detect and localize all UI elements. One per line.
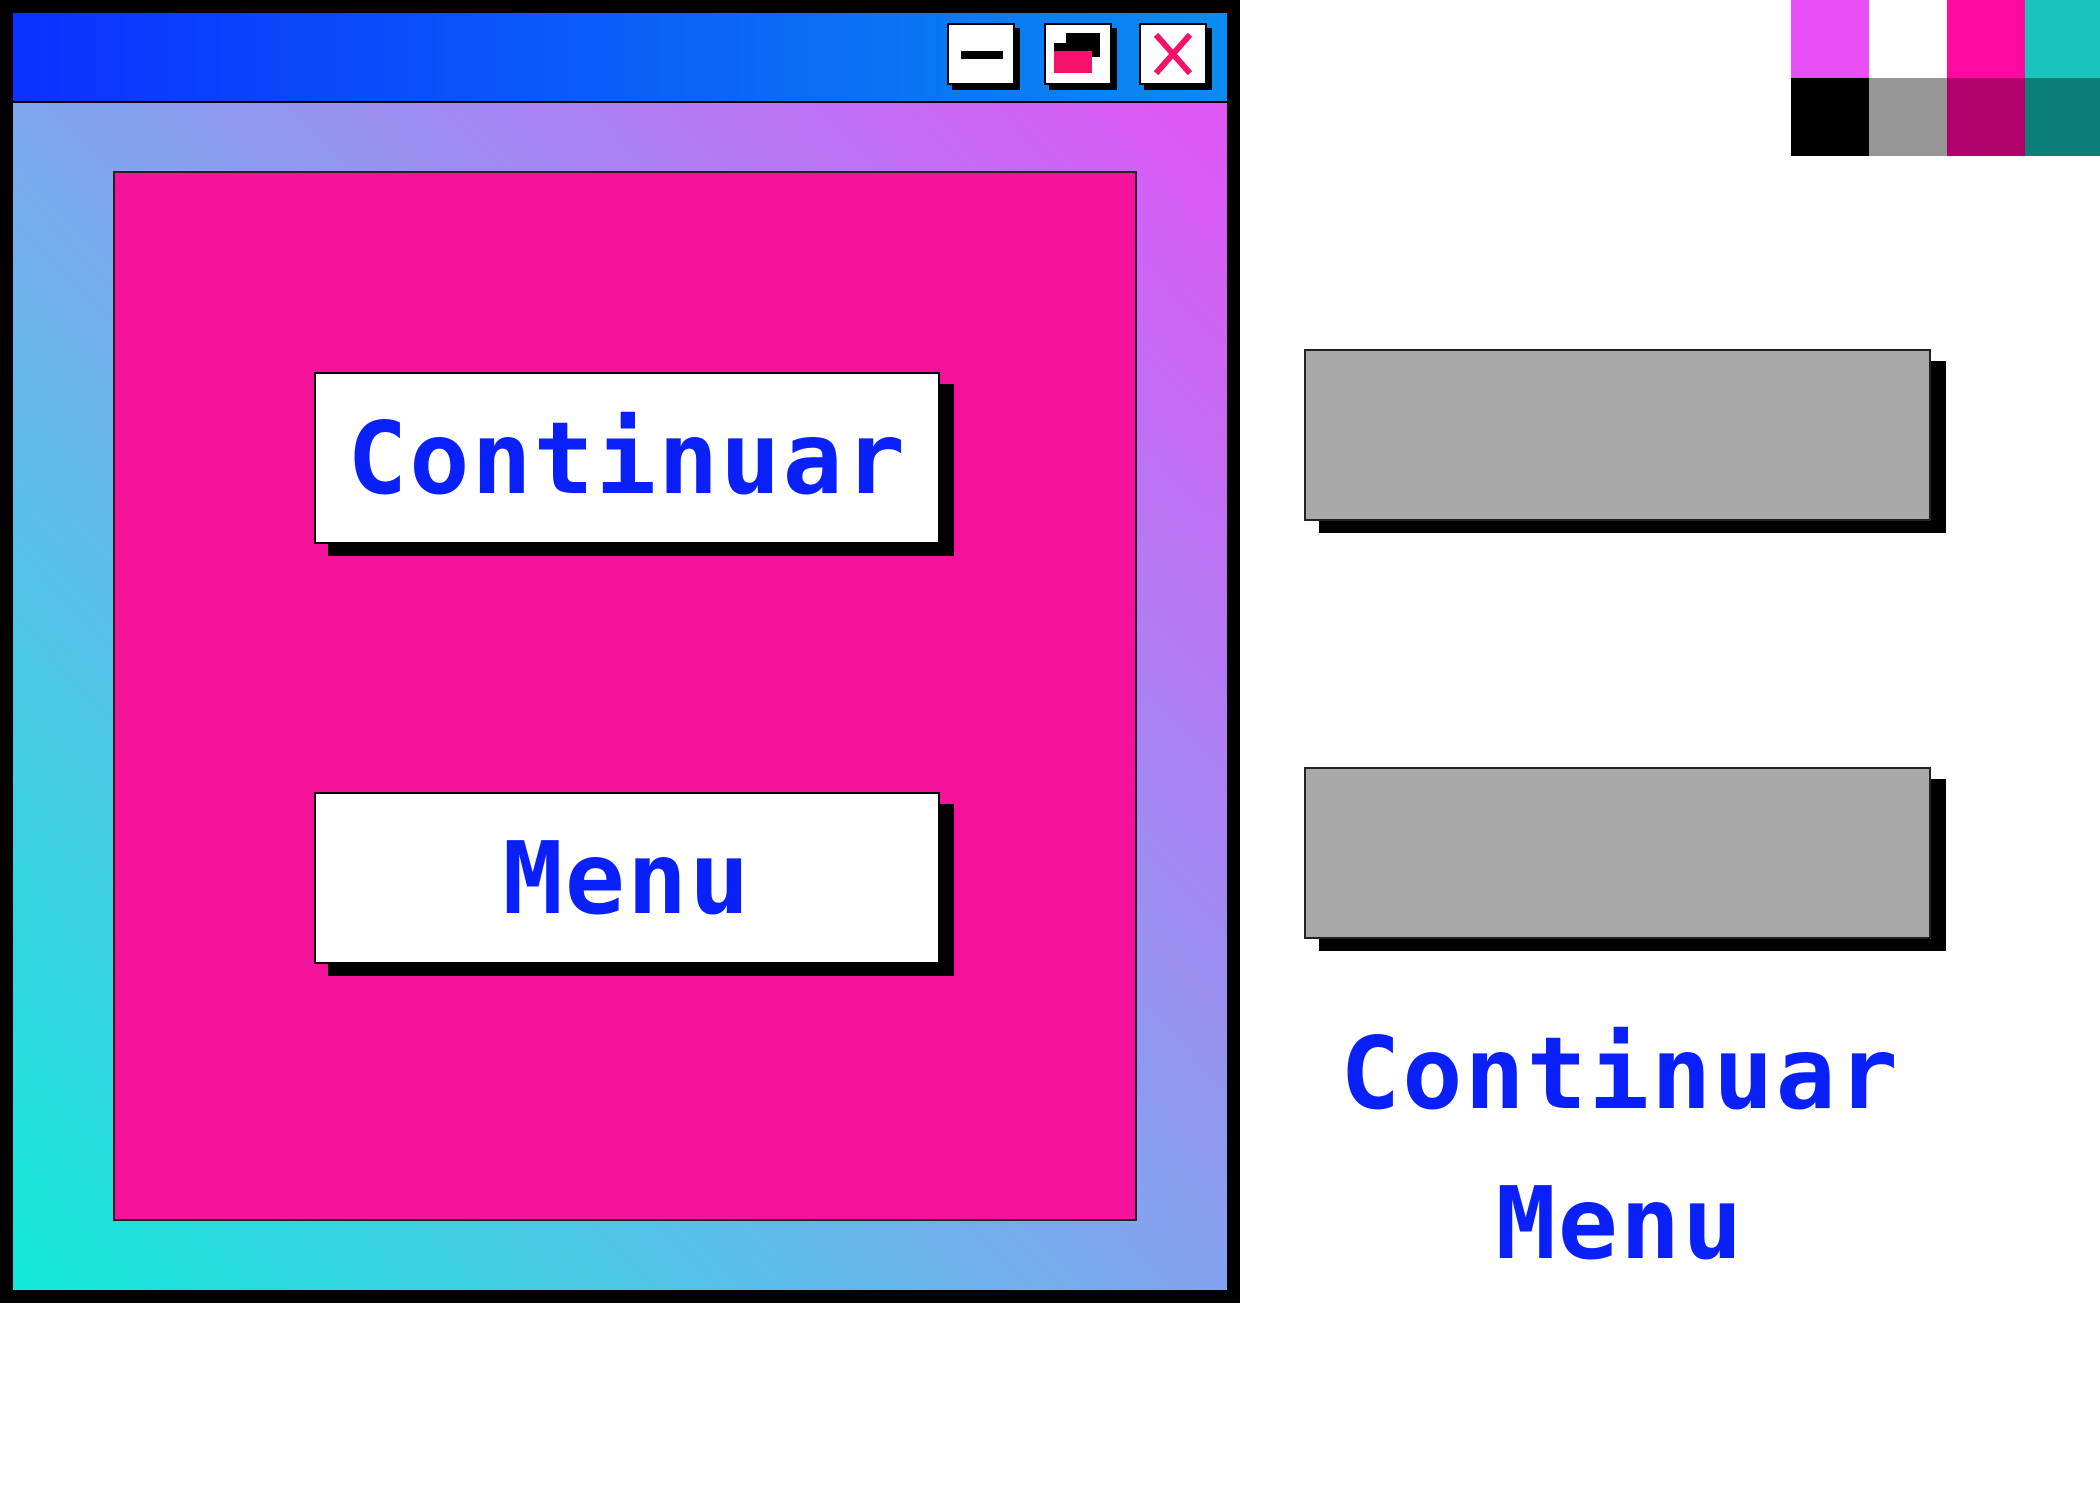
palette-swatch-black <box>1791 78 1869 156</box>
blank-button-asset-1[interactable] <box>1304 349 1931 521</box>
minimize-button[interactable] <box>947 23 1015 85</box>
close-icon <box>1141 25 1205 83</box>
game-window: Continuar Menu <box>0 0 1240 1303</box>
palette-swatch-white <box>1869 0 1947 78</box>
menu-button[interactable]: Menu <box>314 792 940 964</box>
palette-swatch-magenta <box>1791 0 1869 78</box>
minimize-icon <box>949 25 1013 83</box>
maximize-icon <box>1046 25 1110 83</box>
palette-swatch-dark-pink <box>1947 78 2025 156</box>
continue-label-asset: Continuar <box>1340 1015 1900 1132</box>
color-palette <box>1791 0 2100 157</box>
menu-label-asset: Menu <box>1495 1165 1745 1282</box>
close-button[interactable] <box>1139 23 1207 85</box>
palette-swatch-dark-teal <box>2025 78 2100 156</box>
continue-button[interactable]: Continuar <box>314 372 940 544</box>
maximize-button[interactable] <box>1044 23 1112 85</box>
title-bar[interactable] <box>13 13 1227 103</box>
menu-panel: Continuar Menu <box>113 171 1137 1221</box>
blank-button-asset-2[interactable] <box>1304 767 1931 939</box>
palette-swatch-teal <box>2025 0 2100 78</box>
palette-swatch-gray <box>1869 78 1947 156</box>
palette-swatch-pink <box>1947 0 2025 78</box>
